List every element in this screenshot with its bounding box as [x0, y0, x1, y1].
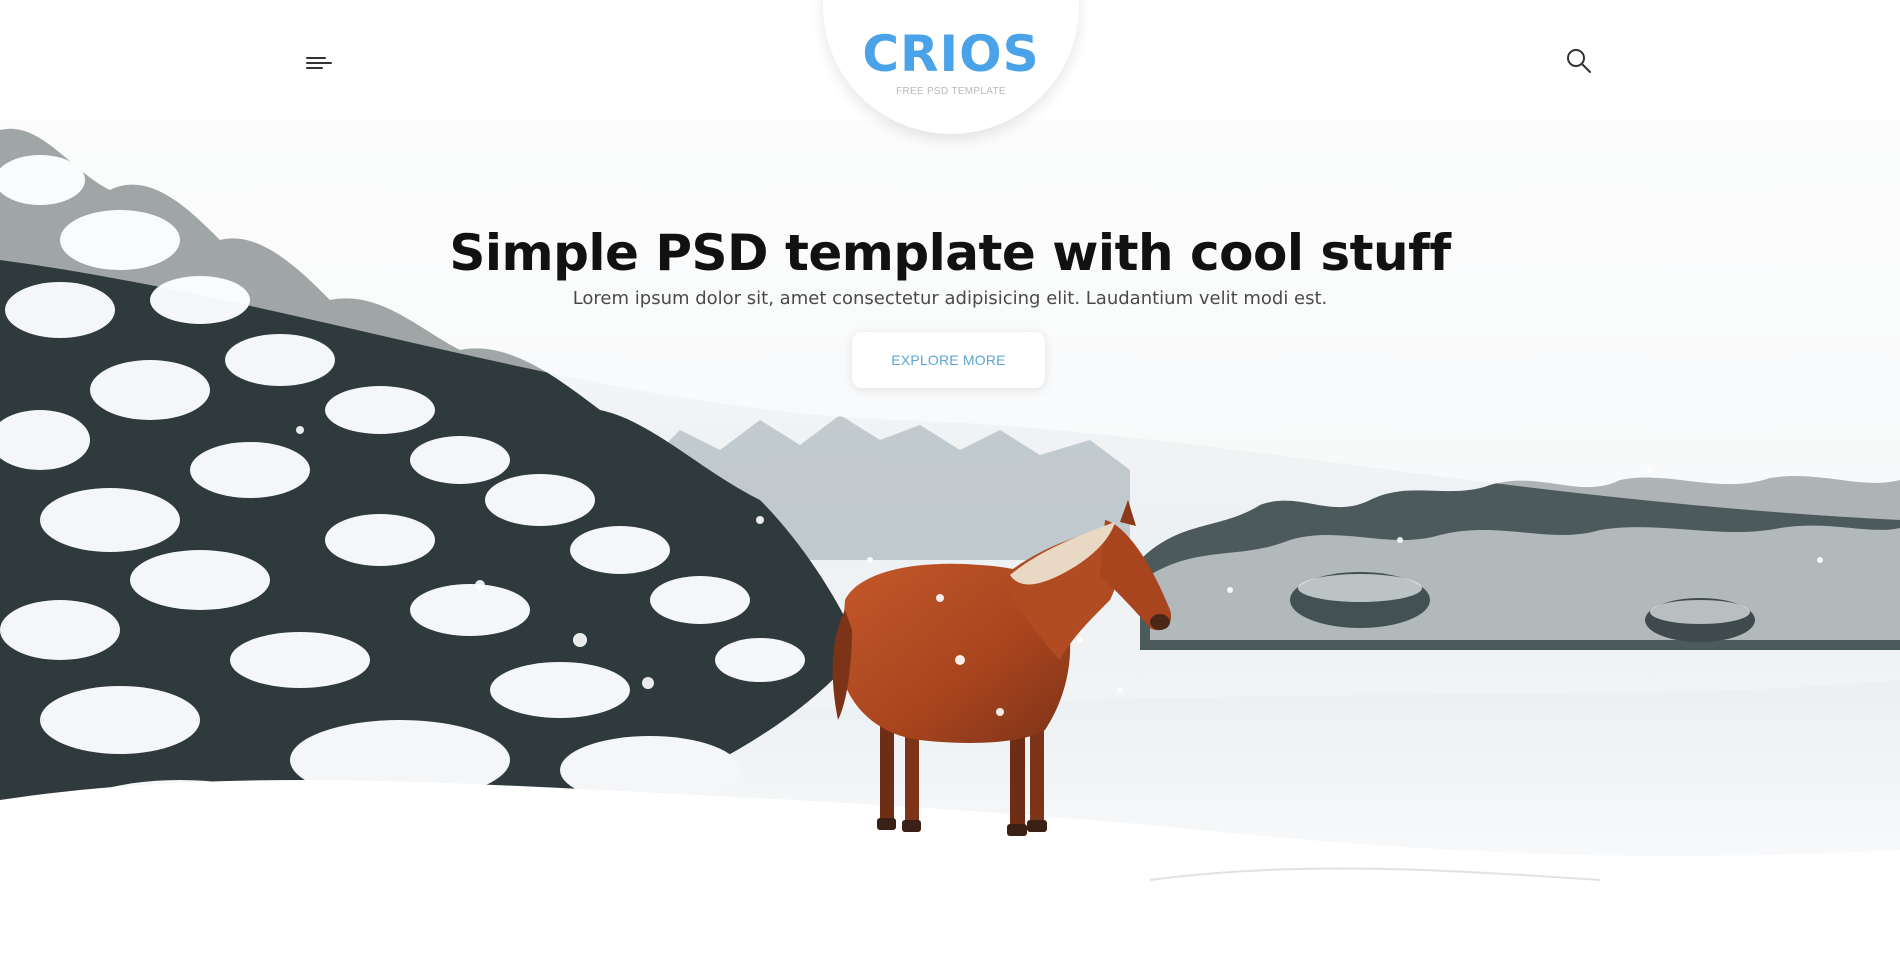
- logo-text: CRIOS: [862, 25, 1040, 83]
- menu-line: [306, 67, 323, 69]
- menu-line: [306, 62, 332, 64]
- menu-line: [306, 57, 326, 59]
- search-icon-graphic: [1567, 49, 1591, 73]
- hamburger-menu-icon[interactable]: [306, 54, 336, 74]
- hero-background-photo: [0, 0, 1900, 968]
- logo-tagline: FREE PSD TEMPLATE: [896, 86, 1006, 97]
- snowy-landscape-with-horse-image: [0, 0, 1900, 968]
- explore-more-button[interactable]: EXPLORE MORE: [852, 332, 1045, 388]
- hero-title: Simple PSD template with cool stuff: [449, 224, 1451, 282]
- search-icon[interactable]: [1565, 47, 1593, 75]
- hero-subtitle: Lorem ipsum dolor sit, amet consectetur …: [572, 288, 1328, 309]
